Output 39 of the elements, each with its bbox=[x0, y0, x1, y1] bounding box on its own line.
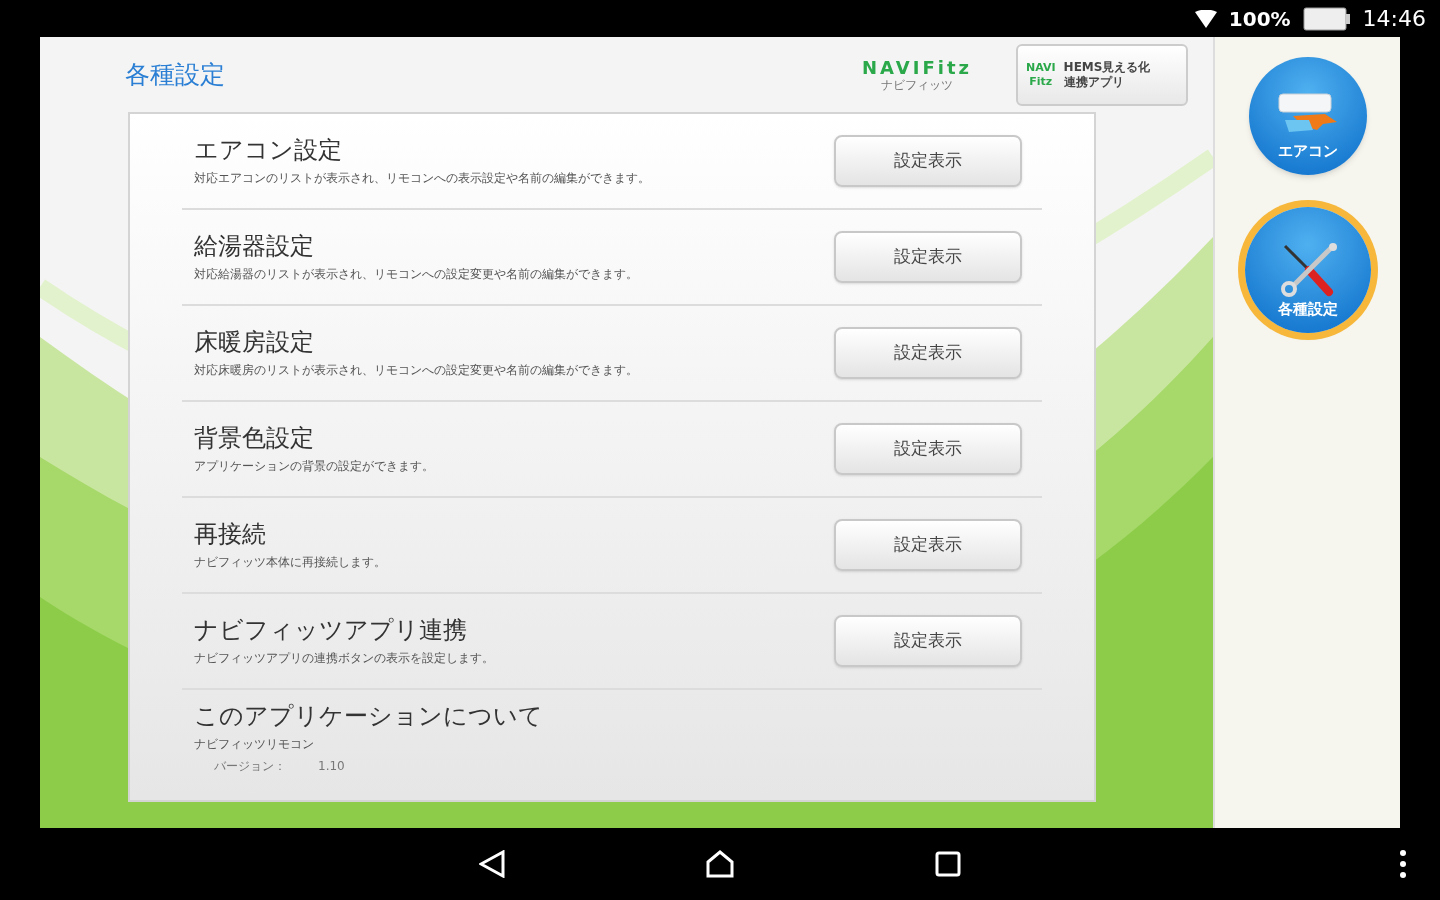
battery-percent: 100% bbox=[1228, 5, 1291, 33]
link-logo-top: NAVI bbox=[1026, 60, 1056, 75]
setting-description: アプリケーションの背景の設定ができます。 bbox=[194, 458, 435, 475]
wifi-icon bbox=[1194, 9, 1217, 28]
link-label-bottom: 連携アプリ bbox=[1063, 74, 1125, 90]
home-icon[interactable] bbox=[705, 850, 735, 878]
recents-icon[interactable] bbox=[935, 851, 961, 877]
show-settings-button[interactable]: 設定表示 bbox=[834, 519, 1022, 571]
link-logo-bottom: Fitz bbox=[1028, 74, 1054, 89]
setting-title: 給湯器設定 bbox=[194, 231, 315, 261]
version-label: バージョン： bbox=[214, 758, 286, 775]
setting-description: ナビフィッツアプリの連携ボタンの表示を設定します。 bbox=[194, 650, 495, 667]
setting-title: 床暖房設定 bbox=[194, 327, 315, 357]
hems-app-link-button[interactable]: NAVI Fitz HEMS見える化 連携アプリ bbox=[1016, 43, 1188, 106]
setting-title: 再接続 bbox=[194, 519, 267, 549]
setting-title: 背景色設定 bbox=[194, 423, 315, 453]
setting-title: このアプリケーションについて bbox=[194, 701, 544, 731]
show-settings-button[interactable]: 設定表示 bbox=[834, 327, 1022, 379]
show-settings-button[interactable]: 設定表示 bbox=[834, 231, 1022, 283]
navifitz-logo: NAVIFitz bbox=[862, 58, 972, 77]
setting-title: ナビフィッツアプリ連携 bbox=[194, 615, 468, 645]
show-settings-button[interactable]: 設定表示 bbox=[834, 135, 1022, 187]
setting-title: エアコン設定 bbox=[194, 135, 343, 165]
setting-description: 対応床暖房のリストが表示され、リモコンへの設定変更や名前の編集ができます。 bbox=[194, 362, 639, 379]
show-settings-button[interactable]: 設定表示 bbox=[834, 615, 1022, 667]
setting-description: 対応エアコンのリストが表示され、リモコンへの表示設定や名前の編集ができます。 bbox=[194, 170, 651, 187]
back-icon[interactable] bbox=[479, 850, 505, 878]
setting-description: ナビフィッツ本体に再接続します。 bbox=[194, 554, 387, 571]
nav-button[interactable]: エアコン bbox=[1248, 57, 1367, 175]
version-number: 1.10 bbox=[318, 758, 345, 775]
overflow-menu-icon[interactable] bbox=[1400, 850, 1406, 878]
setting-description: ナビフィッツリモコン bbox=[194, 736, 315, 753]
logo-caption: ナビフィッツ bbox=[881, 78, 953, 91]
page-title: 各種設定 bbox=[125, 58, 226, 91]
setting-description: 対応給湯器のリストが表示され、リモコンへの設定変更や名前の編集ができます。 bbox=[194, 266, 639, 283]
link-label-top: HEMS見える化 bbox=[1063, 59, 1151, 75]
battery-icon bbox=[1302, 6, 1351, 31]
show-settings-button[interactable]: 設定表示 bbox=[834, 423, 1022, 475]
clock: 14:46 bbox=[1362, 5, 1426, 33]
